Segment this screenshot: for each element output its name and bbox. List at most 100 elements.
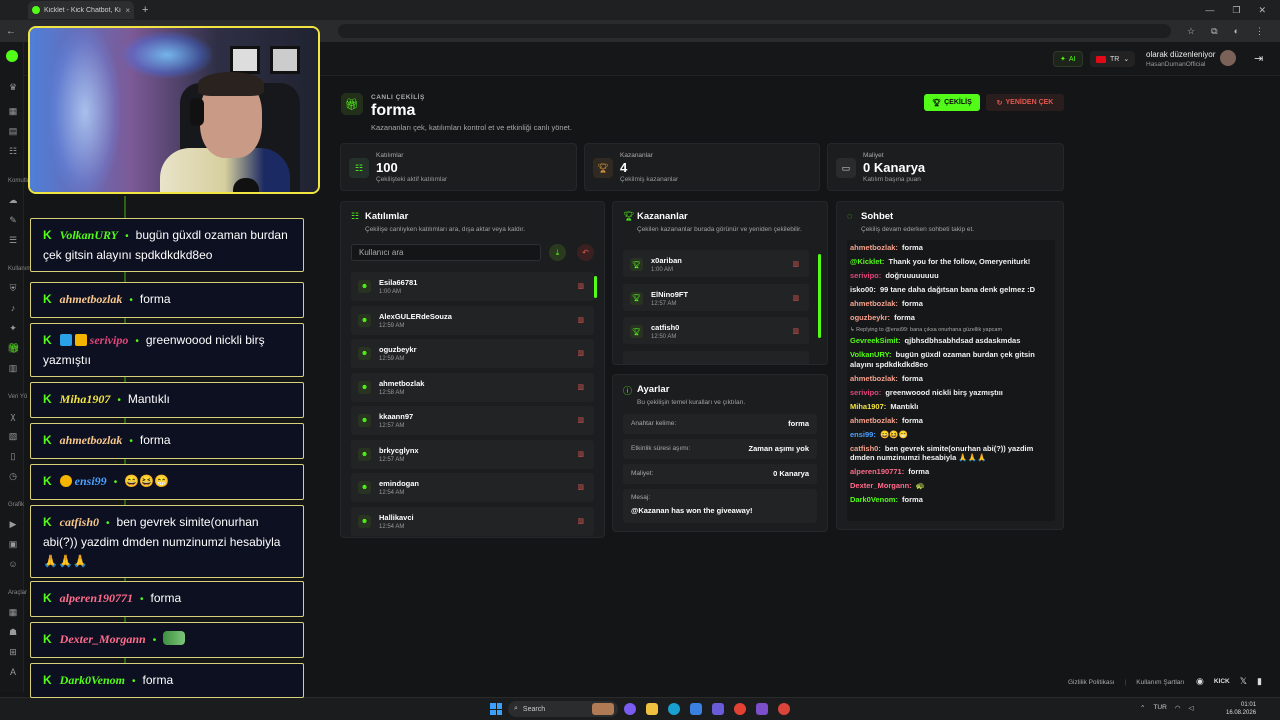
chat-username[interactable]: ensi99: — [850, 430, 876, 439]
bot-icon[interactable]: ☁ — [8, 195, 18, 205]
chat-username[interactable]: ahmetbozlak: — [850, 299, 898, 308]
chat-username[interactable]: ahmetbozlak: — [850, 374, 898, 383]
trash-icon[interactable]: ▥ — [577, 316, 584, 324]
obs-icon[interactable] — [778, 703, 790, 715]
taskbar-widget-icon[interactable] — [592, 703, 614, 715]
store-icon[interactable] — [690, 703, 702, 715]
bookmark-star-icon[interactable]: ☆ — [1187, 26, 1195, 37]
chat-username[interactable]: catfish0: — [850, 444, 881, 453]
redraw-button[interactable]: ↻ YENİDEN ÇEK — [986, 94, 1064, 111]
trash-icon[interactable]: ▥ — [792, 294, 799, 302]
minimize-button[interactable]: — — [1205, 5, 1214, 16]
music-icon[interactable]: ♪ — [8, 303, 18, 313]
privacy-link[interactable]: Gizlilik Politikası — [1068, 679, 1115, 686]
close-window-button[interactable]: ✕ — [1258, 5, 1266, 16]
sparkle-icon[interactable]: ✦ — [8, 323, 18, 333]
list-item[interactable]: ☻ brkycglynx 12:57 AM ▥ — [351, 439, 594, 469]
terms-link[interactable]: Kullanım Şartları — [1136, 679, 1184, 686]
table-icon[interactable]: ▥ — [8, 363, 18, 373]
x-icon[interactable]: 𝕏 — [1240, 676, 1247, 687]
wifi-icon[interactable]: ◠ — [1175, 704, 1181, 712]
list-item[interactable]: ☻ emindogan 12:54 AM ▥ — [351, 473, 594, 502]
giveaway-icon[interactable]: 🎁︎ — [8, 343, 19, 353]
list-item[interactable]: 🏆︎ x0ariban 1:00 AM ▥ — [623, 250, 809, 277]
trash-icon[interactable]: ▥ — [792, 327, 799, 335]
trash-icon[interactable]: ▥ — [577, 483, 584, 491]
variable-icon[interactable]: χ — [8, 411, 18, 421]
chat-username[interactable]: VolkanURY: — [850, 350, 892, 359]
discord-icon[interactable]: ◉ — [1196, 676, 1204, 687]
video-icon[interactable]: ▶ — [8, 519, 18, 529]
chat-username[interactable]: GevreekSimit: — [850, 336, 900, 345]
shield-icon[interactable]: ⛨ — [8, 283, 18, 293]
list-item[interactable]: ☻ oguzbeykr 12:59 AM ▥ — [351, 339, 594, 368]
document-icon[interactable]: ▤ — [8, 126, 18, 136]
chat-username[interactable]: ahmetbozlak: — [850, 243, 898, 252]
user-search-input[interactable] — [351, 244, 541, 261]
draw-button[interactable]: 🏆︎ ÇEKİLİŞ — [924, 94, 980, 111]
crown-icon[interactable]: ♛ — [8, 82, 18, 92]
back-arrow-icon[interactable]: ← — [6, 26, 20, 37]
timer-icon[interactable]: ◷ — [8, 471, 18, 481]
dashboard-icon[interactable]: ▦ — [8, 106, 18, 116]
list-item[interactable]: ☻ kkaann97 12:57 AM ▥ — [351, 406, 594, 435]
tab-close-icon[interactable]: × — [125, 6, 130, 15]
chat-username[interactable]: oguzbeykr: — [850, 313, 890, 322]
list-item[interactable]: ☻ ahmetbozlak 12:58 AM ▥ — [351, 372, 594, 402]
taskbar-clock[interactable]: 01:01 16.08.2026 — [1226, 701, 1256, 717]
chat-username[interactable]: @Kicklet: — [850, 257, 884, 266]
copilot-icon[interactable] — [624, 703, 636, 715]
undo-button[interactable]: ↶ — [577, 244, 594, 261]
participants-scrollbar[interactable] — [594, 276, 597, 298]
chat-username[interactable]: serivipo: — [850, 388, 881, 397]
windows-start-icon[interactable] — [490, 703, 502, 715]
kicklet-logo-icon[interactable] — [6, 50, 18, 62]
chat-username[interactable]: serivipo: — [850, 271, 881, 280]
chat-username[interactable]: alperen190771: — [850, 467, 904, 476]
winners-scrollbar[interactable] — [818, 254, 821, 338]
tray-chevron-icon[interactable]: ⌃ — [1140, 704, 1145, 712]
grid-icon[interactable]: ⊞ — [8, 647, 18, 657]
maximize-button[interactable]: ❐ — [1232, 5, 1240, 16]
new-tab-button[interactable]: + — [142, 4, 148, 16]
app-icon[interactable] — [756, 703, 768, 715]
logout-icon[interactable]: ⇥ — [1254, 52, 1263, 65]
list-icon[interactable]: ☰ — [8, 235, 18, 245]
tray-language[interactable]: TUR — [1153, 704, 1166, 712]
list-item[interactable] — [623, 351, 809, 364]
chat-username[interactable]: ahmetbozlak: — [850, 416, 898, 425]
edge-icon[interactable] — [668, 703, 680, 715]
file-icon[interactable]: ▯ — [8, 451, 18, 461]
smile-icon[interactable]: ☺ — [8, 559, 18, 569]
trash-icon[interactable]: ▥ — [577, 349, 584, 357]
kick-link[interactable]: KICK — [1214, 678, 1230, 685]
trash-icon[interactable]: ▥ — [577, 517, 584, 525]
translate-icon[interactable]: A — [8, 667, 18, 677]
users-icon[interactable]: ☷ — [8, 146, 18, 156]
trash-icon[interactable]: ▥ — [577, 416, 584, 424]
trash-icon[interactable]: ▥ — [577, 282, 584, 290]
file-explorer-icon[interactable] — [646, 703, 658, 715]
list-item[interactable]: 🏆︎ catfish0 12:50 AM ▥ — [623, 317, 809, 344]
export-button[interactable]: ⤓ — [549, 244, 566, 261]
user-avatar[interactable] — [1220, 50, 1236, 66]
chat-username[interactable]: isko00: — [850, 285, 876, 294]
chat-username[interactable]: Dark0Venom: — [850, 495, 898, 504]
trash-icon[interactable]: ▥ — [577, 450, 584, 458]
browser-menu-icon[interactable]: ⋮ — [1255, 26, 1264, 37]
list-item[interactable]: ☻ Esila66781 1:00 AM ▥ — [351, 272, 594, 301]
chart-icon[interactable]: ▧ — [8, 431, 18, 441]
trash-icon[interactable]: ▥ — [792, 260, 799, 268]
document-icon[interactable]: ▮ — [1257, 676, 1262, 687]
list-item[interactable]: ☻ AlexGULERdeSouza 12:59 AM ▥ — [351, 305, 594, 335]
list-item[interactable]: ☻ Hallikavci 12:54 AM ▥ — [351, 506, 594, 536]
wrench-icon[interactable]: ✎ — [8, 215, 18, 225]
list-item[interactable]: 🏆︎ ElNino9FT 12:57 AM ▥ — [623, 283, 809, 311]
chat-username[interactable]: Dexter_Morgann: — [850, 481, 912, 490]
layout-icon[interactable]: ▣ — [8, 539, 18, 549]
language-selector[interactable]: TR ⌄ — [1090, 51, 1136, 67]
volume-icon[interactable]: ◁ — [1188, 704, 1193, 712]
user-card-icon[interactable]: ☗ — [8, 627, 18, 637]
browser-tab[interactable]: Kicklet - Kick Chatbot, Kick Wi... × — [28, 1, 134, 19]
chrome-icon[interactable] — [734, 703, 746, 715]
